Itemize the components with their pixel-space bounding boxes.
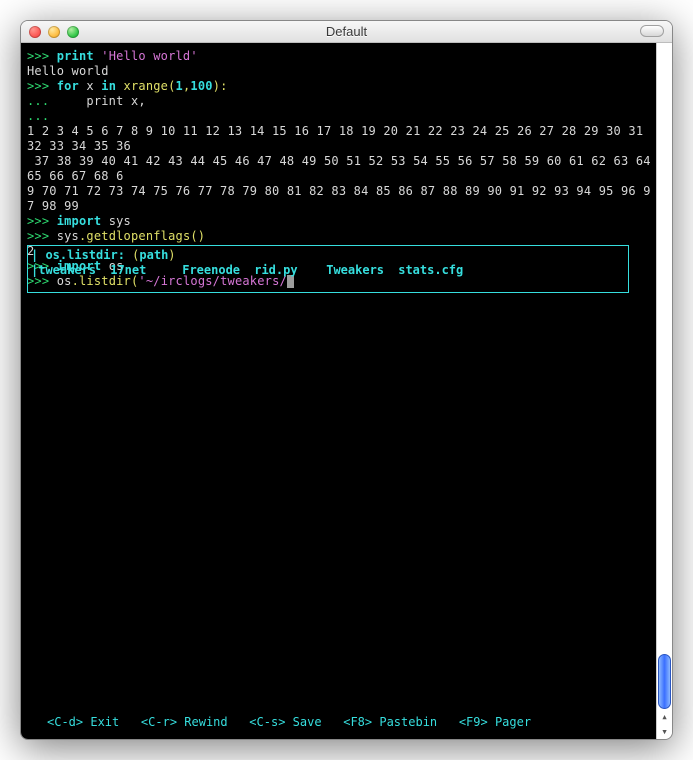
shortcut-label: Pager bbox=[488, 715, 531, 729]
titlebar[interactable]: Default bbox=[21, 21, 672, 43]
completion-row: |tweakers17netFreenoderid.pyTweakersstat… bbox=[31, 263, 625, 278]
shortcut-key: <F9> bbox=[459, 715, 488, 729]
keyword-for: for bbox=[57, 79, 87, 93]
terminal-window: Default >>> print 'Hello world' Hello wo… bbox=[20, 20, 673, 740]
output-line: Hello world bbox=[27, 64, 109, 78]
variable: x bbox=[86, 79, 101, 93]
shortcut-key: <C-r> bbox=[141, 715, 177, 729]
window-title: Default bbox=[21, 24, 672, 39]
traffic-lights bbox=[29, 26, 79, 38]
scrollbar-track[interactable] bbox=[657, 43, 672, 709]
pipe-icon: | bbox=[31, 263, 38, 277]
shortcut-label: Rewind bbox=[177, 715, 249, 729]
scroll-down-icon[interactable]: ▾ bbox=[657, 724, 672, 739]
completion-item[interactable]: rid.py bbox=[254, 263, 326, 278]
builtin-xrange: xrange bbox=[124, 79, 169, 93]
keyword-import: import bbox=[57, 214, 109, 228]
status-bar: <C-d> Exit <C-r> Rewind <C-s> Save <F8> … bbox=[47, 715, 531, 729]
scrollbar-thumb[interactable] bbox=[658, 654, 671, 709]
string-literal: 'Hello world' bbox=[101, 49, 198, 63]
code-line: print x, bbox=[86, 94, 145, 108]
output-numbers: 37 38 39 40 41 42 43 44 45 46 47 48 49 5… bbox=[27, 154, 658, 183]
shortcut-key: <C-d> bbox=[47, 715, 83, 729]
paren-open: ( bbox=[168, 79, 175, 93]
output-numbers: 9 70 71 72 73 74 75 76 77 78 79 80 81 82… bbox=[27, 184, 651, 213]
pipe-icon: | bbox=[31, 248, 45, 262]
prompt: >>> bbox=[27, 79, 57, 93]
prompt: >>> bbox=[27, 229, 57, 243]
module-name: sys bbox=[57, 229, 79, 243]
continuation-prompt: ... bbox=[27, 109, 49, 123]
module-name: sys bbox=[109, 214, 131, 228]
attr-name: getdlopenflags bbox=[86, 229, 190, 243]
prompt: >>> bbox=[27, 49, 57, 63]
completion-item[interactable]: tweakers bbox=[38, 263, 110, 278]
shortcut-label: Exit bbox=[83, 715, 141, 729]
hint-sep: : bbox=[118, 248, 132, 262]
keyword-in: in bbox=[101, 79, 123, 93]
parens: () bbox=[190, 229, 205, 243]
scrollbar[interactable]: ▴ ▾ bbox=[656, 43, 672, 739]
scroll-up-icon[interactable]: ▴ bbox=[657, 709, 672, 724]
shortcut-label: Pastebin bbox=[372, 715, 459, 729]
shortcut-key: <C-s> bbox=[249, 715, 285, 729]
toolbar-toggle-icon[interactable] bbox=[640, 25, 664, 37]
hint-paren-close: ) bbox=[168, 248, 175, 262]
completion-item[interactable]: stats.cfg bbox=[398, 263, 470, 278]
completion-item[interactable]: 17net bbox=[110, 263, 182, 278]
keyword-print: print bbox=[57, 49, 102, 63]
continuation-prompt: ... bbox=[27, 94, 86, 108]
completion-item[interactable]: Freenode bbox=[182, 263, 254, 278]
hint-fn: os.listdir bbox=[45, 248, 117, 262]
output-numbers: 1 2 3 4 5 6 7 8 9 10 11 12 13 14 15 16 1… bbox=[27, 124, 651, 153]
number-literal: 100 bbox=[190, 79, 212, 93]
terminal-content[interactable]: >>> print 'Hello world' Hello world >>> … bbox=[21, 43, 656, 739]
completion-item[interactable]: Tweakers bbox=[326, 263, 398, 278]
close-icon[interactable] bbox=[29, 26, 41, 38]
signature-line: | os.listdir: (path) bbox=[31, 248, 625, 263]
terminal-area: >>> print 'Hello world' Hello world >>> … bbox=[21, 43, 672, 739]
prompt: >>> bbox=[27, 214, 57, 228]
shortcut-label: Save bbox=[285, 715, 343, 729]
completion-box: | os.listdir: (path) |tweakers17netFreen… bbox=[27, 245, 629, 293]
number-literal: 1 bbox=[176, 79, 183, 93]
zoom-icon[interactable] bbox=[67, 26, 79, 38]
minimize-icon[interactable] bbox=[48, 26, 60, 38]
hint-arg: path bbox=[139, 248, 168, 262]
shortcut-key: <F8> bbox=[343, 715, 372, 729]
paren-close-colon: ): bbox=[213, 79, 228, 93]
